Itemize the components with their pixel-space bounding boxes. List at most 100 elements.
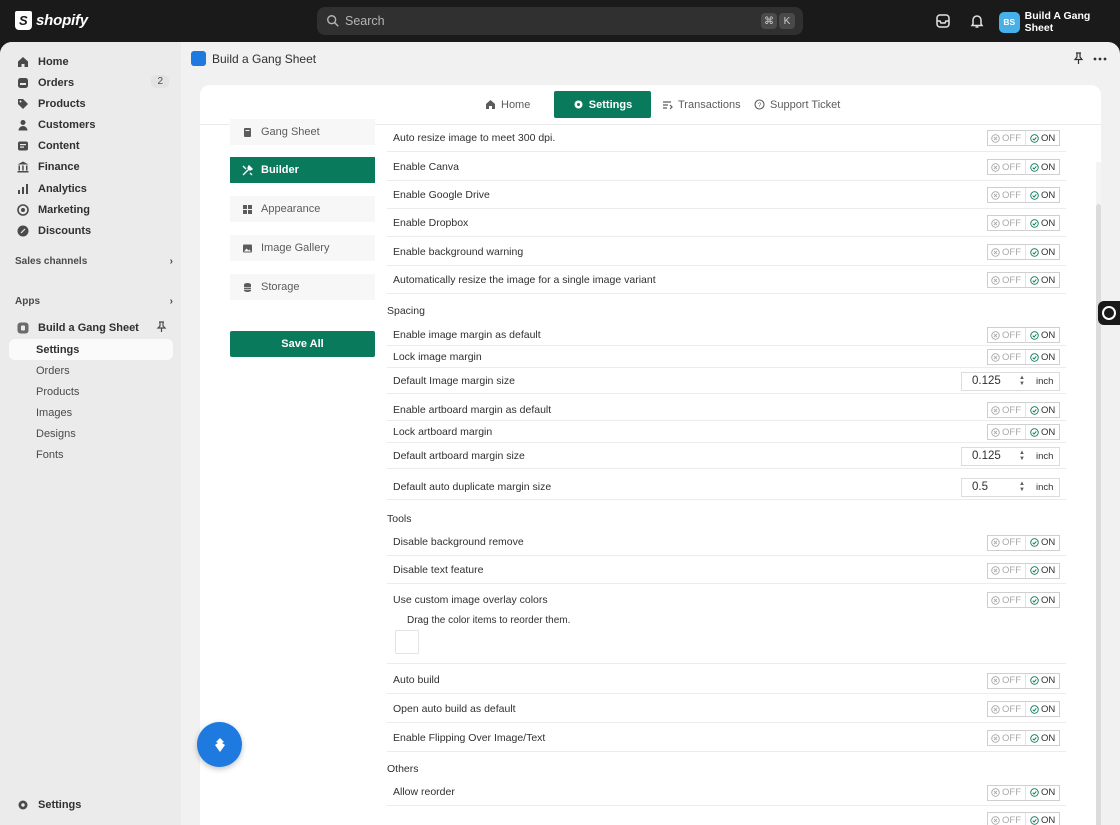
toggle-on-option[interactable]: ON	[1026, 733, 1055, 744]
sales-channels-heading[interactable]: Sales channels ›	[15, 256, 173, 267]
inbox-icon[interactable]	[934, 12, 952, 30]
sidebar-item-content[interactable]: Content	[9, 135, 173, 156]
artboard-margin-default-toggle[interactable]: OFF ON	[987, 402, 1060, 418]
menu-storage[interactable]: Storage	[230, 274, 375, 300]
pin-icon[interactable]	[1072, 52, 1085, 65]
disable-text-feature-toggle[interactable]: OFF ON	[987, 562, 1060, 579]
toggle-on-option[interactable]: ON	[1026, 675, 1055, 686]
enable-dropbox-toggle[interactable]: OFF ON	[987, 215, 1060, 231]
stepper-arrows-icon[interactable]: ▲ ▼	[1017, 481, 1027, 494]
toggle-off-option[interactable]: OFF	[988, 702, 1026, 716]
toggle-on-option[interactable]: ON	[1026, 565, 1055, 576]
sidebar-item-products[interactable]: Products	[9, 93, 173, 114]
sidebar-item-customers[interactable]: Customers	[9, 114, 173, 135]
open-auto-build-toggle[interactable]: OFF ON	[987, 701, 1060, 717]
menu-gang-sheet[interactable]: Gang Sheet	[230, 119, 375, 145]
scrollbar-thumb[interactable]	[1096, 204, 1101, 825]
toggle-off-option[interactable]: OFF	[988, 245, 1026, 259]
tab-settings[interactable]: Settings	[554, 91, 651, 118]
auto-resize-300dpi-toggle[interactable]: OFF ON	[987, 130, 1060, 146]
auto-resize-single-variant-toggle[interactable]: OFF ON	[987, 272, 1060, 288]
app-nav-orders[interactable]: Orders	[9, 360, 173, 381]
toggle-off-option[interactable]: OFF	[988, 813, 1026, 825]
sidebar-item-discounts[interactable]: Discounts	[9, 220, 173, 241]
custom-overlay-toggle[interactable]: OFF ON	[987, 592, 1060, 608]
sidebar-item-home[interactable]: Home	[9, 51, 173, 72]
default-dup-margin-size-input[interactable]: 0.5 ▲ ▼ inch	[961, 477, 1060, 497]
menu-image-gallery[interactable]: Image Gallery	[230, 235, 375, 261]
save-all-button[interactable]: Save All	[230, 331, 375, 357]
toggle-on-option[interactable]: ON	[1026, 162, 1055, 173]
disable-bg-remove-toggle[interactable]: OFF ON	[987, 534, 1060, 551]
toggle-on-option[interactable]: ON	[1026, 787, 1055, 798]
side-widget-button[interactable]	[1098, 301, 1120, 325]
stepper-arrows-icon[interactable]: ▲ ▼	[1017, 375, 1027, 388]
toggle-on-option[interactable]: ON	[1026, 190, 1055, 201]
toggle-off-option[interactable]: OFF	[988, 160, 1026, 174]
lock-image-margin-toggle[interactable]: OFF ON	[987, 349, 1060, 365]
partial-toggle[interactable]: OFF ON	[987, 812, 1060, 825]
sidebar-item-marketing[interactable]: Marketing	[9, 199, 173, 220]
menu-appearance[interactable]: Appearance	[230, 196, 375, 222]
app-chat-button[interactable]	[197, 722, 242, 767]
toggle-off-option[interactable]: OFF	[988, 328, 1026, 342]
toggle-off-option[interactable]: OFF	[988, 563, 1026, 578]
enable-flipping-toggle[interactable]: OFF ON	[987, 730, 1060, 746]
image-margin-default-toggle[interactable]: OFF ON	[987, 327, 1060, 343]
toggle-off-option[interactable]: OFF	[988, 273, 1026, 287]
store-menu[interactable]: BS Build A Gang Sheet	[999, 10, 1120, 34]
default-image-margin-size-input[interactable]: 0.125 ▲ ▼ inch	[961, 371, 1060, 391]
toggle-on-option[interactable]: ON	[1026, 427, 1055, 438]
shopify-logo[interactable]: shopify	[15, 11, 88, 30]
toggle-off-option[interactable]: OFF	[988, 593, 1026, 607]
allow-reorder-toggle[interactable]: OFF ON	[987, 784, 1060, 801]
search-input[interactable]: Search ⌘ K	[317, 7, 803, 35]
tab-home[interactable]: Home	[485, 91, 530, 118]
sidebar-item-orders[interactable]: Orders 2	[9, 72, 173, 93]
menu-builder[interactable]: Builder	[230, 157, 375, 183]
toggle-on-option[interactable]: ON	[1026, 815, 1055, 825]
toggle-on-option[interactable]: ON	[1026, 537, 1055, 548]
toggle-on-option[interactable]: ON	[1026, 704, 1055, 715]
toggle-off-option[interactable]: OFF	[988, 425, 1026, 439]
enable-canva-toggle[interactable]: OFF ON	[987, 159, 1060, 175]
app-nav-images[interactable]: Images	[9, 402, 173, 423]
auto-build-toggle[interactable]: OFF ON	[987, 672, 1060, 689]
sidebar-item-analytics[interactable]: Analytics	[9, 178, 173, 199]
enable-bg-warning-toggle[interactable]: OFF ON	[987, 244, 1060, 260]
bell-icon[interactable]	[968, 12, 986, 30]
toggle-off-option[interactable]: OFF	[988, 216, 1026, 230]
toggle-off-option[interactable]: OFF	[988, 403, 1026, 417]
sidebar-item-finance[interactable]: Finance	[9, 156, 173, 177]
toggle-on-option[interactable]: ON	[1026, 405, 1055, 416]
toggle-off-option[interactable]: OFF	[988, 131, 1026, 145]
toggle-on-option[interactable]: ON	[1026, 352, 1055, 363]
toggle-on-option[interactable]: ON	[1026, 247, 1055, 258]
color-swatch[interactable]	[395, 630, 419, 654]
toggle-off-option[interactable]: OFF	[988, 731, 1026, 745]
stepper-arrows-icon[interactable]: ▲ ▼	[1017, 450, 1027, 463]
toggle-off-option[interactable]: OFF	[988, 188, 1026, 202]
app-nav-settings[interactable]: Settings	[9, 339, 173, 360]
app-nav-fonts[interactable]: Fonts	[9, 444, 173, 465]
toggle-off-option[interactable]: OFF	[988, 535, 1026, 550]
tab-support-ticket[interactable]: ? Support Ticket	[754, 91, 840, 118]
sidebar-item-app[interactable]: Build a Gang Sheet	[9, 317, 173, 338]
toggle-off-option[interactable]: OFF	[988, 350, 1026, 364]
toggle-on-option[interactable]: ON	[1026, 275, 1055, 286]
default-artboard-margin-size-input[interactable]: 0.125 ▲ ▼ inch	[961, 446, 1060, 466]
toggle-on-option[interactable]: ON	[1026, 595, 1055, 606]
toggle-on-option[interactable]: ON	[1026, 218, 1055, 229]
enable-google-drive-toggle[interactable]: OFF ON	[987, 187, 1060, 203]
app-nav-designs[interactable]: Designs	[9, 423, 173, 444]
toggle-off-option[interactable]: OFF	[988, 673, 1026, 688]
pin-icon[interactable]	[156, 321, 167, 333]
apps-heading[interactable]: Apps ›	[15, 296, 173, 307]
more-icon[interactable]	[1093, 57, 1107, 61]
toggle-off-option[interactable]: OFF	[988, 785, 1026, 800]
toggle-on-option[interactable]: ON	[1026, 330, 1055, 341]
sidebar-item-settings[interactable]: Settings	[9, 794, 173, 815]
tab-transactions[interactable]: Transactions	[662, 91, 741, 118]
lock-artboard-margin-toggle[interactable]: OFF ON	[987, 424, 1060, 440]
app-nav-products[interactable]: Products	[9, 381, 173, 402]
